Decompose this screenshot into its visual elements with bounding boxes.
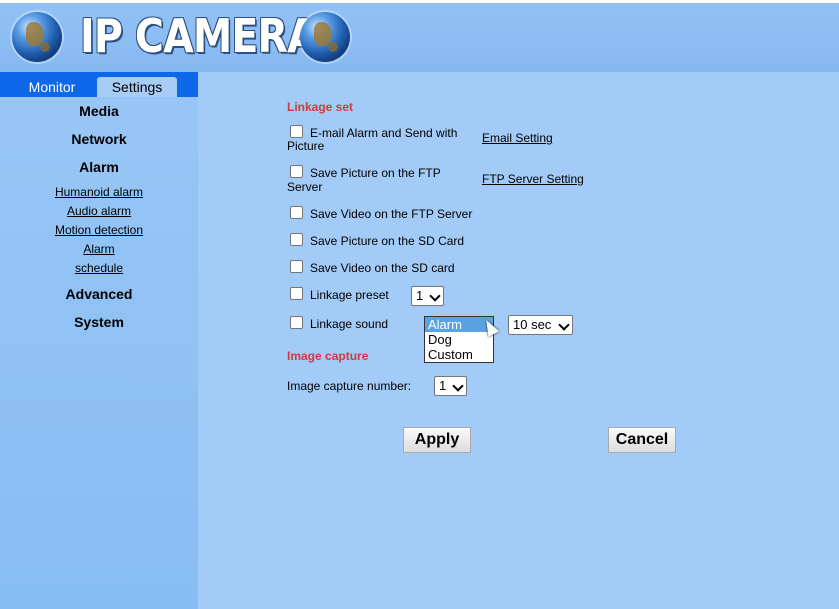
- tab-monitor[interactable]: Monitor: [12, 77, 92, 97]
- sd-video-label: Save Video on the SD card: [310, 261, 455, 275]
- chevron-down-icon: [452, 380, 464, 392]
- linkage-preset-label: Linkage preset: [310, 288, 389, 302]
- linkage-preset-select[interactable]: 1: [411, 286, 444, 306]
- email-alarm-checkbox[interactable]: [290, 125, 303, 138]
- settings-content: Linkage set E-mail Alarm and Send with P…: [198, 72, 839, 609]
- menu-audio-alarm[interactable]: Audio alarm: [0, 204, 198, 218]
- linkage-preset-checkbox[interactable]: [290, 287, 303, 300]
- ftp-picture-checkbox[interactable]: [290, 165, 303, 178]
- image-capture-number-value: 1: [439, 378, 447, 393]
- menu-alarm-schedule[interactable]: Alarm: [0, 242, 198, 256]
- menu-media[interactable]: Media: [0, 103, 198, 119]
- linkage-set-title: Linkage set: [287, 100, 354, 114]
- image-capture-number-label: Image capture number:: [287, 379, 412, 393]
- ftp-server-setting-link[interactable]: FTP Server Setting: [482, 172, 584, 186]
- sd-picture-label: Save Picture on the SD Card: [310, 234, 465, 248]
- menu-schedule[interactable]: schedule: [0, 261, 198, 275]
- sound-option-custom[interactable]: Custom: [425, 347, 493, 362]
- globe-icon: [12, 12, 62, 62]
- menu-motion-detection[interactable]: Motion detection: [0, 223, 198, 237]
- menu-advanced[interactable]: Advanced: [0, 286, 198, 302]
- ftp-video-checkbox[interactable]: [290, 206, 303, 219]
- sound-duration-value: 10 sec: [513, 317, 552, 332]
- tab-bar: Monitor Settings: [0, 72, 198, 97]
- email-alarm-label-2: Picture: [287, 139, 325, 153]
- ftp-picture-label-2: Server: [287, 180, 323, 194]
- sidebar: Monitor Settings Media Network Alarm Hum…: [0, 72, 198, 609]
- menu-system[interactable]: System: [0, 314, 198, 330]
- tab-settings[interactable]: Settings: [97, 77, 177, 97]
- sound-duration-select[interactable]: 10 sec: [508, 315, 573, 335]
- chevron-down-icon: [558, 319, 570, 331]
- linkage-sound-label: Linkage sound: [310, 317, 389, 331]
- ftp-picture-label: Save Picture on the FTP: [310, 166, 441, 180]
- cancel-button[interactable]: Cancel: [608, 427, 676, 453]
- menu-alarm[interactable]: Alarm: [0, 159, 198, 175]
- ftp-video-label: Save Video on the FTP Server: [310, 207, 473, 221]
- header-banner: IP CAMERA: [0, 0, 839, 72]
- logo-title: IP CAMERA: [80, 9, 318, 63]
- linkage-preset-value: 1: [416, 288, 424, 303]
- email-alarm-label: E-mail Alarm and Send with: [310, 126, 458, 140]
- apply-button[interactable]: Apply: [403, 427, 471, 453]
- sd-picture-checkbox[interactable]: [290, 233, 303, 246]
- sound-option-dog[interactable]: Dog: [425, 332, 493, 347]
- menu-humanoid-alarm[interactable]: Humanoid alarm: [0, 185, 198, 199]
- image-capture-title: Image capture: [287, 349, 369, 363]
- globe-icon: [300, 12, 350, 62]
- menu-network[interactable]: Network: [0, 131, 198, 147]
- linkage-sound-checkbox[interactable]: [290, 316, 303, 329]
- sd-video-checkbox[interactable]: [290, 260, 303, 273]
- chevron-down-icon: [429, 290, 441, 302]
- email-setting-link[interactable]: Email Setting: [482, 131, 553, 145]
- image-capture-number-select[interactable]: 1: [434, 376, 467, 396]
